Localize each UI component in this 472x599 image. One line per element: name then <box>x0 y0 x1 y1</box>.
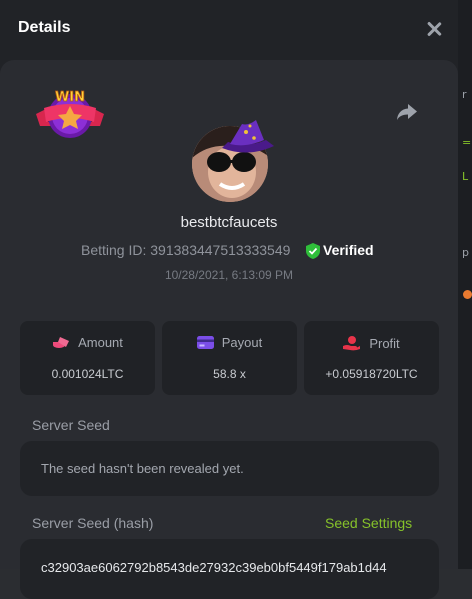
stat-label: Profit <box>369 335 400 351</box>
badge-text: WIN <box>55 90 85 105</box>
background-text: = <box>462 136 472 149</box>
stat-value: +0.05918720LTC <box>325 367 418 381</box>
server-seed-field[interactable]: The seed hasn't been revealed yet. <box>20 441 439 496</box>
background-text: p <box>462 246 469 259</box>
server-seed-hash-field[interactable]: c32903ae6062792b8543de27932c39eb0bf5449f… <box>20 539 439 599</box>
username: bestbtcfaucets <box>180 214 278 231</box>
stat-label: Payout <box>221 335 263 350</box>
details-modal: Details WIN bestbtcfaucets Betting ID: 3… <box>0 0 458 599</box>
background-dot <box>463 290 472 299</box>
server-seed-hash-value: c32903ae6062792b8543de27932c39eb0bf5449f… <box>41 560 387 575</box>
win-badge-icon: WIN <box>34 86 106 140</box>
server-seed-label: Server Seed <box>32 417 110 433</box>
stat-value: 58.8 x <box>213 367 246 381</box>
stat-card-profit: Profit +0.05918720LTC <box>304 321 439 395</box>
verified-label: Verified <box>323 242 374 258</box>
betting-id: Betting ID: 391383447513333549 <box>81 242 290 260</box>
coins-icon <box>53 336 70 348</box>
background-text: L <box>462 170 469 183</box>
server-seed-hash-label: Server Seed (hash) <box>32 515 154 531</box>
close-icon[interactable] <box>423 18 445 40</box>
profit-hand-icon <box>343 336 361 351</box>
stat-value: 0.001024LTC <box>51 367 124 381</box>
card-icon <box>196 336 214 349</box>
betting-id-value: 391383447513333549 <box>150 242 291 258</box>
share-icon[interactable] <box>396 102 418 122</box>
stat-card-amount: Amount 0.001024LTC <box>20 321 155 395</box>
avatar <box>192 118 278 204</box>
shield-check-icon <box>306 243 320 259</box>
modal-title: Details <box>18 19 71 36</box>
server-seed-value: The seed hasn't been revealed yet. <box>41 461 244 476</box>
witch-hat-icon <box>220 118 276 162</box>
background-text: r <box>462 88 467 101</box>
modal-header: Details <box>0 0 458 58</box>
seed-settings-link[interactable]: Seed Settings <box>325 515 412 531</box>
betting-id-label: Betting ID: <box>81 242 147 258</box>
stat-card-payout: Payout 58.8 x <box>162 321 297 395</box>
bet-datetime: 10/28/2021, 6:13:09 PM <box>164 268 294 282</box>
stat-label: Amount <box>78 335 123 350</box>
